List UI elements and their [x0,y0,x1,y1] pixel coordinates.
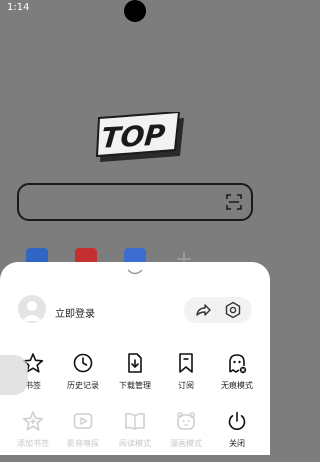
login-link[interactable]: 立即登录 [55,305,95,320]
power-icon [228,411,246,431]
menu-downloads[interactable]: 下载管理 [110,352,160,404]
floating-assist-button[interactable] [0,355,28,395]
menu-comic-mode[interactable]: 漫画模式 [161,410,211,462]
menu-reader-mode-label: 阅读模式 [119,439,151,448]
menu-close-label: 关闭 [229,439,245,448]
menu-media-sniff[interactable]: 影音嗅探 [58,410,108,462]
menu-subscriptions-label: 订阅 [178,381,194,390]
ghost-icon [229,354,247,374]
menu-history[interactable]: 历史记录 [58,352,108,404]
menu-media-sniff-label: 影音嗅探 [67,439,99,448]
menu-comic-mode-label: 漫画模式 [170,439,202,448]
scan-icon[interactable] [226,194,242,210]
menu-sheet: 立即登录 书签 历史记录 下载管理 订阅 无痕模式 添加书签 影音嗅探 阅读模式… [0,262,270,455]
comic-icon [177,412,195,430]
book-icon [125,412,145,430]
settings-icon[interactable] [224,301,242,319]
avatar[interactable] [18,295,46,323]
status-time: 1:14 [7,2,30,13]
menu-downloads-label: 下载管理 [119,381,151,390]
menu-add-bookmark-label: 添加书签 [17,439,49,448]
sheet-handle[interactable] [127,268,143,276]
star-plus-icon [22,411,44,431]
share-icon[interactable] [194,301,212,319]
menu-reader-mode[interactable]: 阅读模式 [110,410,160,462]
menu-subscriptions[interactable]: 订阅 [161,352,211,404]
top-logo: TOP [95,112,184,162]
clock-icon [73,353,93,373]
video-sniff-icon [73,413,93,429]
download-icon [128,353,142,373]
camera-cutout [124,0,146,22]
logo-text: TOP [100,119,167,155]
menu-incognito-label: 无痕模式 [221,381,253,390]
menu-history-label: 历史记录 [67,381,99,390]
bookmark-icon [179,353,193,373]
actions-pill [184,297,252,323]
menu-add-bookmark[interactable]: 添加书签 [8,410,58,462]
menu-close[interactable]: 关闭 [212,410,262,462]
menu-incognito[interactable]: 无痕模式 [212,352,262,404]
search-bar[interactable] [17,183,253,221]
